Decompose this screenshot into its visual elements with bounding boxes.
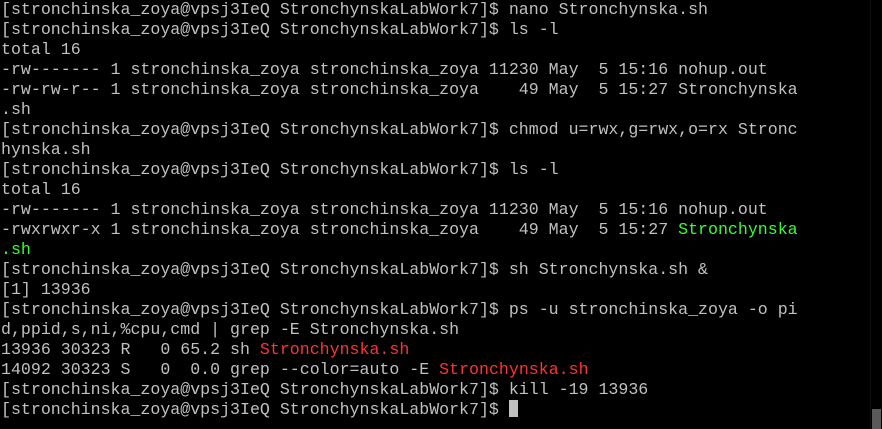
terminal-line: [stronchinska_zoya@vpsj3IeQ Stronchynska… xyxy=(1,400,798,420)
terminal-line: .sh xyxy=(1,240,798,260)
terminal-line: [1] 13936 xyxy=(1,280,798,300)
terminal-text-segment: .sh xyxy=(1,240,31,259)
terminal-text-segment: [1] 13936 xyxy=(1,280,91,299)
terminal-text-segment: hynska.sh xyxy=(1,140,91,159)
terminal-line: total 16 xyxy=(1,40,798,60)
terminal-line: [stronchinska_zoya@vpsj3IeQ Stronchynska… xyxy=(1,160,798,180)
terminal-text-segment: -rw------- 1 stronchinska_zoya stronchin… xyxy=(1,60,768,79)
terminal-text-segment: [stronchinska_zoya@vpsj3IeQ Stronchynska… xyxy=(1,400,509,419)
terminal-text-segment: [stronchinska_zoya@vpsj3IeQ Stronchynska… xyxy=(1,300,798,319)
terminal-line: total 16 xyxy=(1,180,798,200)
terminal-line: -rw------- 1 stronchinska_zoya stronchin… xyxy=(1,60,798,80)
terminal-text-segment: [stronchinska_zoya@vpsj3IeQ Stronchynska… xyxy=(1,260,709,279)
terminal-text-segment: Stronchynska.sh xyxy=(259,340,410,359)
terminal-line: .sh xyxy=(1,100,798,120)
terminal-text-segment: [stronchinska_zoya@vpsj3IeQ Stronchynska… xyxy=(1,160,559,179)
scrollbar-thumb[interactable] xyxy=(872,409,881,429)
terminal-line: -rw-rw-r-- 1 stronchinska_zoya stronchin… xyxy=(1,80,798,100)
terminal-line: [stronchinska_zoya@vpsj3IeQ Stronchynska… xyxy=(1,0,798,20)
terminal-line: 13936 30323 R 0 65.2 sh Stronchynska.sh xyxy=(1,340,798,360)
terminal-line: [stronchinska_zoya@vpsj3IeQ Stronchynska… xyxy=(1,120,798,140)
terminal-window[interactable]: [stronchinska_zoya@vpsj3IeQ Stronchynska… xyxy=(0,0,870,429)
terminal-line: [stronchinska_zoya@vpsj3IeQ Stronchynska… xyxy=(1,380,798,400)
terminal-line: [stronchinska_zoya@vpsj3IeQ Stronchynska… xyxy=(1,20,798,40)
terminal-text-segment: [stronchinska_zoya@vpsj3IeQ Stronchynska… xyxy=(1,0,709,19)
terminal-text-segment: -rwxrwxr-x 1 stronchinska_zoya stronchin… xyxy=(1,220,679,239)
terminal-text-segment: -rw-rw-r-- 1 stronchinska_zoya stronchin… xyxy=(1,80,798,99)
terminal-line: [stronchinska_zoya@vpsj3IeQ Stronchynska… xyxy=(1,260,798,280)
block-cursor-icon xyxy=(508,400,518,417)
terminal-output: [stronchinska_zoya@vpsj3IeQ Stronchynska… xyxy=(1,0,798,420)
terminal-text-segment: .sh xyxy=(1,100,31,119)
terminal-text-segment: [stronchinska_zoya@vpsj3IeQ Stronchynska… xyxy=(1,120,798,139)
terminal-line: hynska.sh xyxy=(1,140,798,160)
vertical-scrollbar[interactable] xyxy=(870,0,882,429)
terminal-line: [stronchinska_zoya@vpsj3IeQ Stronchynska… xyxy=(1,300,798,320)
terminal-line: 14092 30323 S 0 0.0 grep --color=auto -E… xyxy=(1,360,798,380)
terminal-line: -rwxrwxr-x 1 stronchinska_zoya stronchin… xyxy=(1,220,798,240)
terminal-text-segment: Stronchynska xyxy=(678,220,798,239)
terminal-text-segment: -rw------- 1 stronchinska_zoya stronchin… xyxy=(1,200,768,219)
terminal-text-segment: [stronchinska_zoya@vpsj3IeQ Stronchynska… xyxy=(1,380,649,399)
terminal-text-segment: d,ppid,s,ni,%cpu,cmd | grep -E Stronchyn… xyxy=(1,320,460,339)
terminal-text-segment: total 16 xyxy=(1,180,81,199)
terminal-line: d,ppid,s,ni,%cpu,cmd | grep -E Stronchyn… xyxy=(1,320,798,340)
terminal-text-segment: 14092 30323 S 0 0.0 grep --color=auto -E xyxy=(1,360,440,379)
terminal-text-segment: total 16 xyxy=(1,40,81,59)
terminal-text-segment: Stronchynska.sh xyxy=(439,360,589,379)
terminal-line: -rw------- 1 stronchinska_zoya stronchin… xyxy=(1,200,798,220)
terminal-text-segment: 13936 30323 R 0 65.2 sh xyxy=(1,340,260,359)
terminal-text-segment: [stronchinska_zoya@vpsj3IeQ Stronchynska… xyxy=(1,20,559,39)
